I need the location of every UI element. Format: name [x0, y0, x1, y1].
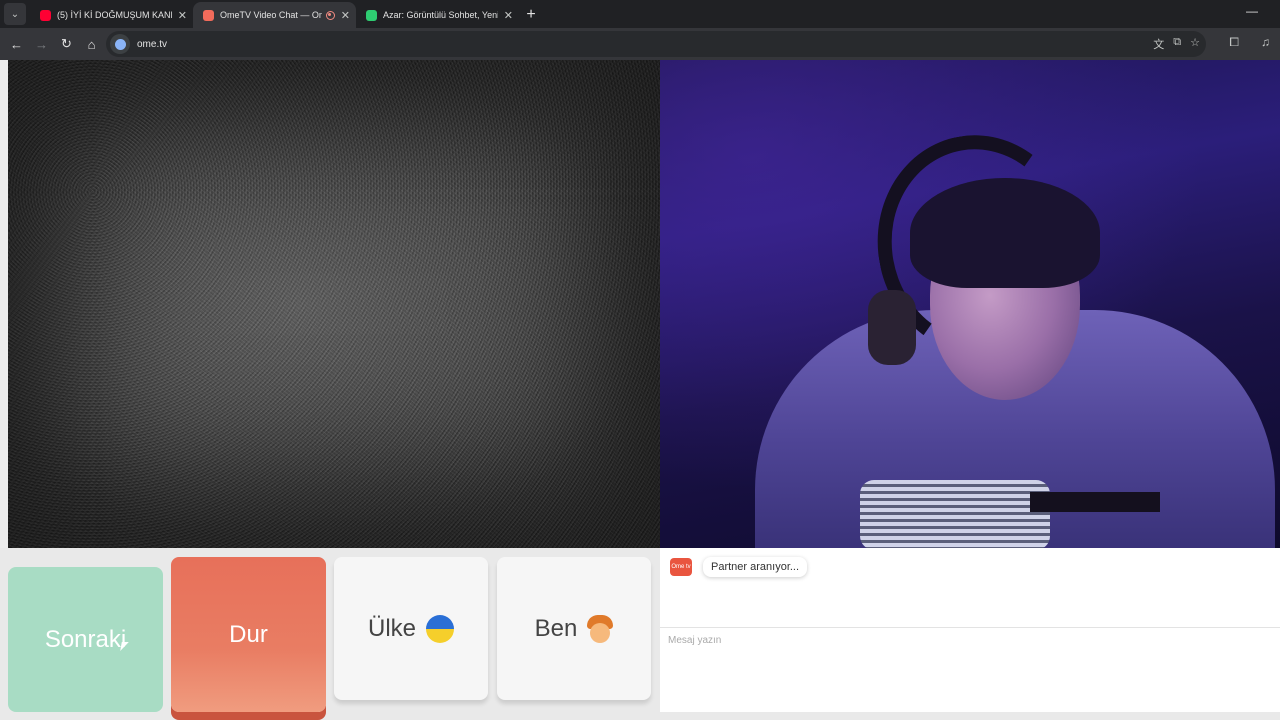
- tab-youtube[interactable]: (5) İYİ Kİ DOĞMUŞUM KANKİ - ✕: [30, 2, 193, 28]
- tab-search-icon[interactable]: ⌄: [4, 3, 26, 25]
- youtube-favicon-icon: [40, 9, 51, 21]
- country-label: Ülke: [367, 614, 416, 642]
- tab-strip: ⌄ (5) İYİ Kİ DOĞMUŞUM KANKİ - ✕ OmeTV Vi…: [0, 0, 1280, 28]
- tab-title: OmeTV Video Chat — Ome: [220, 10, 322, 20]
- address-bar[interactable]: ome.tv 文 ⧉ ☆: [106, 31, 1206, 57]
- tab-title: (5) İYİ Kİ DOĞMUŞUM KANKİ -: [57, 10, 172, 20]
- new-tab-button[interactable]: +: [519, 3, 543, 27]
- url-text: ome.tv: [137, 38, 168, 50]
- media-icon[interactable]: ♫: [1261, 35, 1270, 50]
- country-button[interactable]: Ülke: [334, 557, 488, 700]
- tab-title: Azar: Görüntülü Sohbet, Yeni Ar: [383, 10, 498, 20]
- microphone: [860, 480, 1050, 548]
- self-camera-video: [660, 60, 1280, 548]
- back-button[interactable]: ←: [4, 32, 29, 57]
- site-info-icon[interactable]: [110, 34, 130, 54]
- forward-button[interactable]: →: [29, 32, 54, 57]
- recording-icon: [325, 10, 335, 20]
- tab-azar[interactable]: Azar: Görüntülü Sohbet, Yeni Ar ✕: [356, 2, 519, 28]
- minimize-button[interactable]: —: [1246, 4, 1258, 18]
- message-input[interactable]: [660, 628, 1280, 652]
- headset-earcup: [868, 290, 916, 365]
- page-edge: [0, 60, 8, 548]
- translate-icon[interactable]: 文: [1153, 36, 1164, 52]
- person-emoji-icon: [587, 614, 614, 643]
- me-label: Ben: [534, 614, 578, 642]
- chat-status-message: Partner aranıyor...: [703, 557, 808, 577]
- mic-stand: [1030, 492, 1160, 512]
- video-static-noise: [8, 60, 660, 548]
- home-button[interactable]: ⌂: [79, 32, 104, 57]
- reload-button[interactable]: ↻: [54, 32, 79, 57]
- close-icon[interactable]: ✕: [341, 9, 350, 22]
- next-button[interactable]: Sonraki: [8, 567, 163, 712]
- ometv-favicon-icon: [203, 9, 214, 21]
- ometv-logo-icon: Ome tv: [670, 558, 692, 576]
- stranger-video: [8, 60, 660, 548]
- tab-ometv[interactable]: OmeTV Video Chat — Ome ✕: [193, 2, 356, 28]
- close-icon[interactable]: ✕: [178, 9, 187, 22]
- close-icon[interactable]: ✕: [504, 9, 513, 22]
- me-button[interactable]: Ben: [497, 557, 651, 700]
- ometv-page: Sonraki Dur Ülke Ben Ome tv Partner aran…: [0, 60, 1280, 720]
- next-label: Sonraki: [44, 625, 127, 653]
- browser-toolbar: ← → ↻ ⌂ ome.tv 文 ⧉ ☆: [0, 28, 1280, 60]
- stop-button[interactable]: Dur: [171, 557, 326, 712]
- azar-favicon-icon: [366, 9, 377, 21]
- ukraine-flag-icon: [426, 614, 454, 643]
- stop-label: Dur: [229, 620, 268, 648]
- install-icon[interactable]: ⧉: [1173, 36, 1181, 52]
- message-input-container: [660, 627, 1280, 652]
- extensions-icon[interactable]: ⧠: [1229, 35, 1239, 50]
- star-icon[interactable]: ☆: [1190, 36, 1200, 52]
